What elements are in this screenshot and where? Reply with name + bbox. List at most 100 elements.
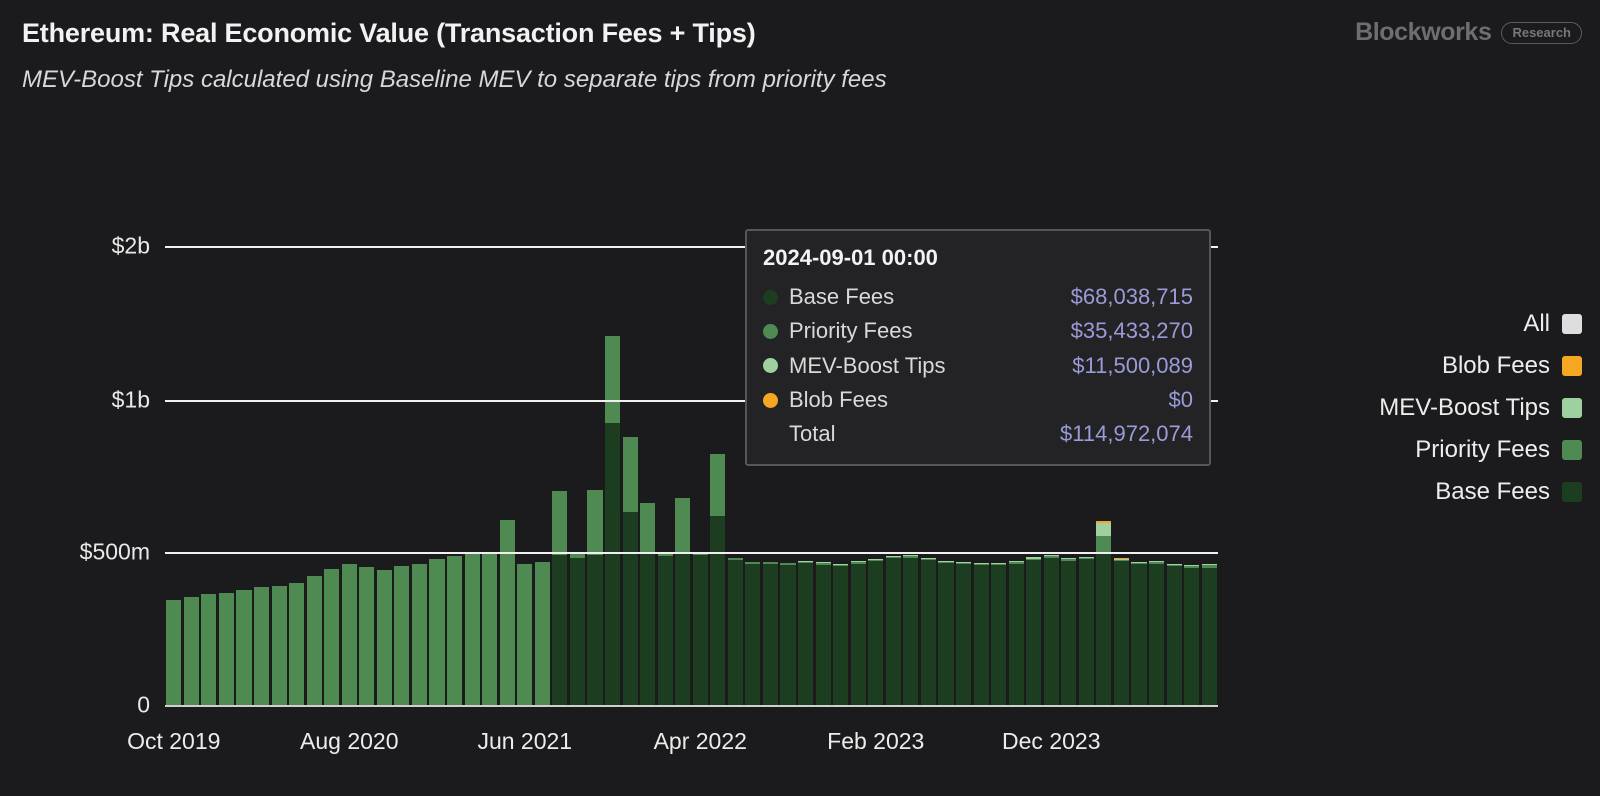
bar[interactable] xyxy=(534,562,550,705)
bar-segment-base-fees xyxy=(1096,553,1112,705)
bar[interactable] xyxy=(762,562,779,705)
x-axis-tick-label: Apr 2022 xyxy=(653,728,747,754)
bar[interactable] xyxy=(920,557,936,705)
bar[interactable] xyxy=(955,561,972,705)
bar-segment-mev-boost-tips xyxy=(903,555,919,557)
bar[interactable] xyxy=(710,454,726,705)
bar-segment-base-fees xyxy=(798,563,814,705)
bar[interactable] xyxy=(973,562,989,705)
legend-item-mev-boost-tips[interactable]: MEV-Boost Tips xyxy=(1379,394,1582,422)
bar[interactable] xyxy=(1096,520,1112,705)
bar[interactable] xyxy=(289,582,305,705)
bar-segment-priority-fees xyxy=(253,587,270,705)
bar[interactable] xyxy=(675,497,691,705)
bar[interactable] xyxy=(1043,554,1059,705)
bar[interactable] xyxy=(798,560,814,705)
legend-item-base-fees[interactable]: Base Fees xyxy=(1435,478,1582,506)
bar[interactable] xyxy=(306,576,322,705)
bar[interactable] xyxy=(1149,561,1165,705)
bar[interactable] xyxy=(938,560,954,705)
bar[interactable] xyxy=(780,563,796,705)
bar[interactable] xyxy=(640,503,656,705)
legend-item-all[interactable]: All xyxy=(1523,310,1582,338)
tooltip-series-value: $11,500,089 xyxy=(1072,352,1193,378)
bar[interactable] xyxy=(991,562,1007,705)
legend-item-blob-fees[interactable]: Blob Fees xyxy=(1442,352,1582,380)
bar[interactable] xyxy=(850,561,866,705)
bar-segment-priority-fees xyxy=(271,586,287,705)
bar[interactable] xyxy=(552,491,568,705)
bar[interactable] xyxy=(833,564,849,705)
bar-segment-base-fees xyxy=(675,553,691,705)
bar-segment-priority-fees xyxy=(587,489,603,555)
bar-segment-base-fees xyxy=(710,515,726,705)
bar[interactable] xyxy=(236,590,252,705)
legend-swatch-icon xyxy=(1562,440,1582,460)
x-axis-tick-label: Oct 2019 xyxy=(127,728,221,754)
tooltip-series-color-dot xyxy=(763,289,778,305)
bar[interactable] xyxy=(569,554,585,705)
bar[interactable] xyxy=(376,570,392,705)
bar[interactable] xyxy=(201,594,217,705)
bar-segment-priority-fees xyxy=(675,497,691,554)
bar[interactable] xyxy=(727,558,743,705)
bar[interactable] xyxy=(218,592,234,705)
page-title: Ethereum: Real Economic Value (Transacti… xyxy=(22,18,756,48)
bar-segment-mev-boost-tips xyxy=(973,562,989,565)
bar[interactable] xyxy=(1184,565,1200,705)
bar[interactable] xyxy=(359,566,375,705)
bar[interactable] xyxy=(868,558,884,705)
chart-legend[interactable]: All Blob Fees MEV-Boost Tips Priority Fees B… xyxy=(1379,310,1582,506)
bar[interactable] xyxy=(499,519,515,705)
bar-segment-base-fees xyxy=(1149,563,1165,705)
bar[interactable] xyxy=(166,599,182,705)
legend-swatch-icon xyxy=(1562,356,1582,376)
bar[interactable] xyxy=(1131,561,1147,705)
bar[interactable] xyxy=(341,563,357,705)
bar[interactable] xyxy=(745,561,761,705)
bar[interactable] xyxy=(622,436,638,705)
bar-segment-base-fees xyxy=(780,565,796,705)
bar[interactable] xyxy=(411,563,428,705)
bar[interactable] xyxy=(815,562,831,705)
bar[interactable] xyxy=(482,553,498,705)
bar[interactable] xyxy=(429,558,445,705)
bar[interactable] xyxy=(1166,563,1182,705)
bar-segment-base-fees xyxy=(920,560,936,705)
tooltip-series-value: $35,433,270 xyxy=(1070,318,1193,344)
bar-segment-base-fees xyxy=(885,558,901,705)
bar-segment-priority-fees xyxy=(306,576,322,705)
legend-item-priority-fees[interactable]: Priority Fees xyxy=(1415,436,1582,464)
bar-segment-priority-fees xyxy=(341,563,357,705)
bar-segment-mev-boost-tips xyxy=(1026,557,1042,559)
bar-segment-base-fees xyxy=(622,512,638,705)
bar[interactable] xyxy=(253,587,270,705)
bar-segment-mev-boost-tips xyxy=(815,562,831,564)
bar[interactable] xyxy=(271,586,287,705)
bar-segment-base-fees xyxy=(938,563,954,705)
bar[interactable] xyxy=(604,336,621,705)
bar[interactable] xyxy=(587,489,603,706)
bar[interactable] xyxy=(1008,561,1024,705)
bar[interactable] xyxy=(447,556,463,705)
bar[interactable] xyxy=(1061,558,1077,705)
bar[interactable] xyxy=(692,552,708,705)
bar[interactable] xyxy=(464,553,480,705)
bar[interactable] xyxy=(183,596,199,705)
tooltip-row: Priority Fees $35,433,270 xyxy=(763,314,1193,348)
bar[interactable] xyxy=(1026,557,1042,705)
bar[interactable] xyxy=(885,555,901,705)
bar-segment-base-fees xyxy=(552,555,568,705)
bar[interactable] xyxy=(657,553,673,705)
bar[interactable] xyxy=(517,563,533,705)
bar[interactable] xyxy=(394,565,410,705)
bar[interactable] xyxy=(1113,558,1130,705)
bar[interactable] xyxy=(1201,563,1217,705)
bar[interactable] xyxy=(903,555,919,705)
bar-segment-priority-fees xyxy=(166,599,182,705)
brand-research-badge: Research xyxy=(1501,21,1582,44)
y-axis-tick-label: $2b xyxy=(111,232,150,259)
bar[interactable] xyxy=(1078,556,1094,705)
bar[interactable] xyxy=(324,569,340,705)
bar-segment-mev-boost-tips xyxy=(991,562,1007,565)
